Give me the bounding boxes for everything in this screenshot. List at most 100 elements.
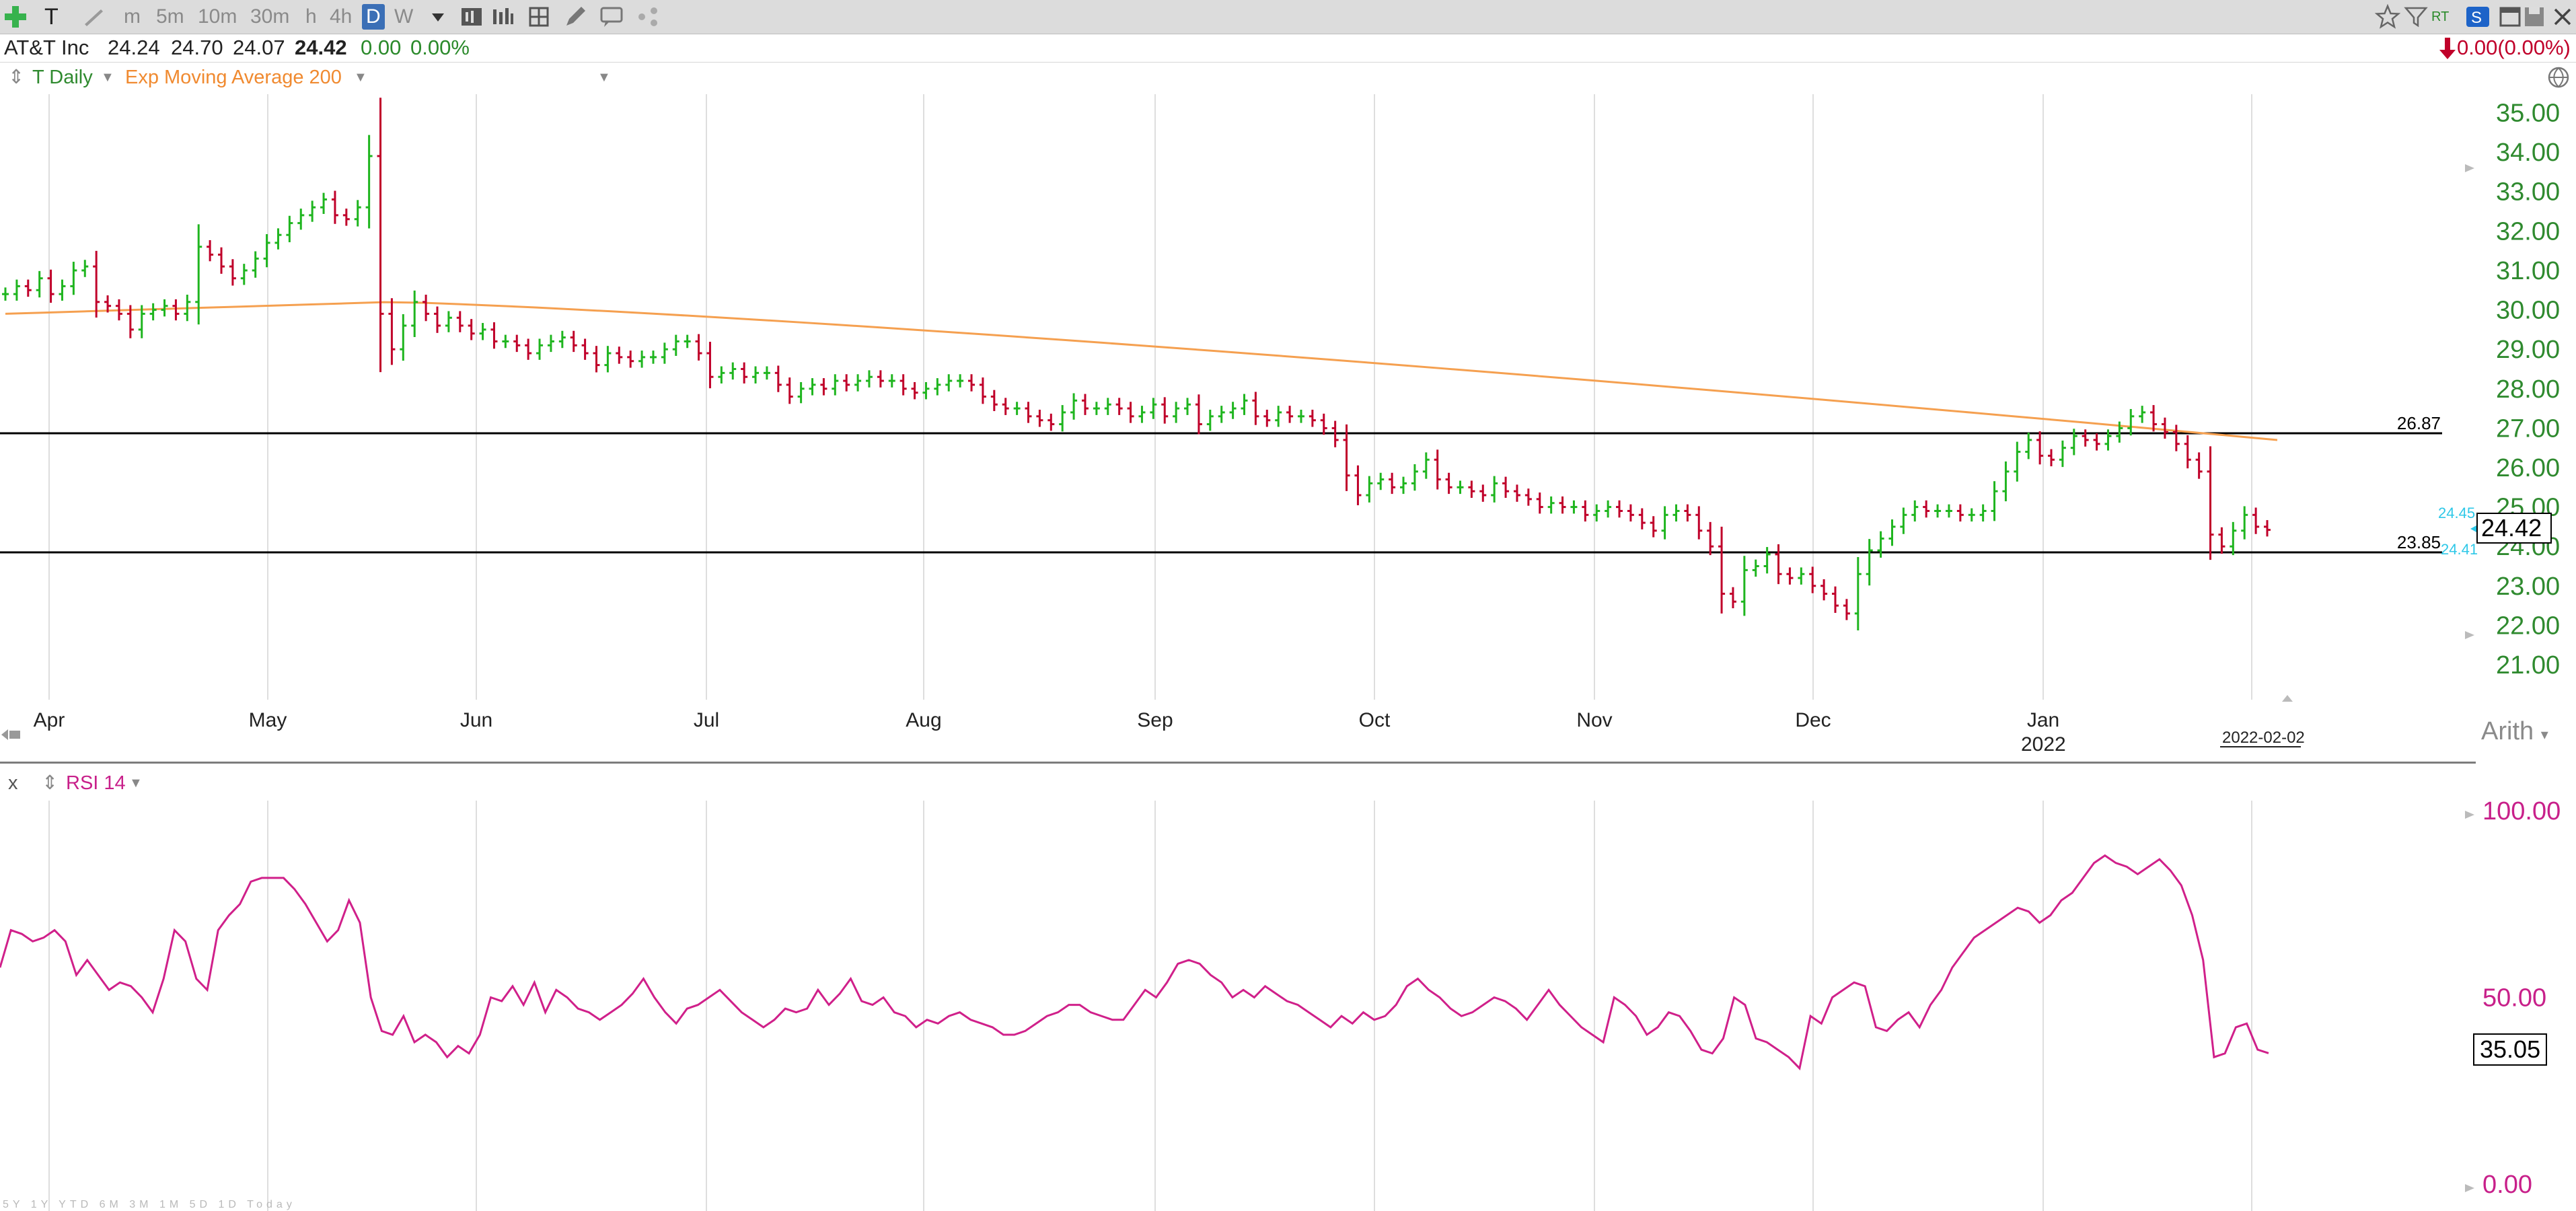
price-tick-label: 29.00 <box>2496 336 2560 364</box>
save-icon[interactable] <box>2522 4 2547 30</box>
ohlc-bar <box>1457 480 1464 494</box>
date-axis[interactable]: Apr May Jun Jul Aug Sep Oct Nov Dec Jan <box>34 709 2060 731</box>
ohlc-bar <box>2025 433 2032 460</box>
studies-icon[interactable] <box>526 4 552 30</box>
ohlc-bar <box>2218 527 2225 554</box>
ohlc-bar <box>525 338 532 360</box>
low-price: 24.07 <box>233 36 285 59</box>
ohlc-bar <box>752 366 760 384</box>
interval-4h[interactable]: 4h <box>330 4 352 30</box>
symbol-box[interactable]: T <box>44 4 59 30</box>
ohlc-bar <box>342 209 350 226</box>
price-chart[interactable]: 26.87 23.85 35.00 34.00 33.00 32.00 31.00 30.… <box>0 62 2576 762</box>
ohlc-bar <box>1059 405 1066 432</box>
ohlc-bar <box>1093 402 1100 415</box>
range-buttons[interactable]: 5Y 1Y YTD 6M 3M 1M 5D 1D Today <box>3 1199 296 1211</box>
scroll-up-arrow-icon[interactable] <box>2282 695 2293 702</box>
share-icon[interactable] <box>635 4 661 30</box>
change-pct: 0.00% <box>410 36 470 59</box>
ohlc-bar <box>2207 446 2214 560</box>
bars-icon[interactable] <box>490 4 515 30</box>
ohlc-bar <box>1798 567 1805 585</box>
realtime-label[interactable]: RT <box>2431 4 2449 30</box>
scale-mode-label[interactable]: Arith <box>2481 717 2534 745</box>
rsi-scroll-arrow-2-icon[interactable] <box>2465 1184 2474 1192</box>
close-icon[interactable] <box>2550 4 2575 30</box>
draw-tool-icon[interactable] <box>81 4 106 30</box>
ohlc-bar <box>820 378 827 396</box>
ohlc-bar <box>422 294 430 322</box>
interval-weekly[interactable]: W <box>394 4 413 30</box>
scroll-left-arrow-icon[interactable] <box>2465 164 2474 172</box>
rsi-chart[interactable]: 100.00 50.00 0.00 35.05 <box>0 794 2576 1211</box>
ohlc-bar <box>2195 452 2203 479</box>
price-tick-label: 34.00 <box>2496 139 2560 167</box>
ohlc-bar <box>274 228 282 250</box>
ohlc-bar <box>684 334 691 348</box>
filter-icon[interactable] <box>2403 4 2429 30</box>
interval-1m[interactable]: m <box>124 4 141 30</box>
ohlc-bar <box>570 330 577 353</box>
ohlc-bar <box>1047 413 1055 431</box>
ohlc-bar <box>331 190 338 224</box>
interval-1h[interactable]: h <box>305 4 317 30</box>
interval-daily[interactable]: D <box>362 4 385 30</box>
scale-mode[interactable]: Arith ▾ <box>2481 717 2548 746</box>
ohlc-bar <box>229 259 236 286</box>
price-axis[interactable]: 35.00 34.00 33.00 32.00 31.00 30.00 29.00 28.00… <box>2496 100 2560 680</box>
comment-icon[interactable] <box>599 4 624 30</box>
ohlc-bar <box>1002 398 1009 415</box>
horizontal-lines[interactable]: 26.87 23.85 <box>0 413 2442 554</box>
ohlc-bar <box>1832 586 1839 613</box>
ohlc-bar <box>1968 508 1975 522</box>
ohlc-bar <box>1161 397 1169 424</box>
ohlc-bar <box>240 264 248 285</box>
pencil-icon[interactable] <box>562 4 588 30</box>
month-label: Jul <box>694 709 719 731</box>
ohlc-bar <box>1740 556 1748 616</box>
chart-type-icon[interactable] <box>459 4 484 30</box>
ohlc-bar <box>263 234 270 268</box>
ohlc-bar <box>2002 461 2010 502</box>
ohlc-bar <box>207 240 214 262</box>
ohlc-bar <box>1866 539 1873 586</box>
chart-nav-icon[interactable] <box>1 729 20 740</box>
add-icon[interactable] <box>3 4 28 30</box>
ohlc-bar <box>1956 504 1964 522</box>
price-tick-label: 27.00 <box>2496 414 2560 443</box>
rsi-scroll-arrow-icon[interactable] <box>2465 811 2474 819</box>
ohlc-bar <box>1354 465 1362 505</box>
ohlc-bar <box>1752 559 1759 577</box>
ohlc-bar <box>1104 398 1111 415</box>
interval-dropdown-icon[interactable] <box>425 4 451 30</box>
s-badge-icon[interactable]: S <box>2465 4 2491 30</box>
ohlc-bar <box>2014 441 2021 482</box>
ohlc-bar <box>911 381 918 400</box>
window-icon[interactable] <box>2497 4 2523 30</box>
month-label: Dec <box>1795 709 1831 731</box>
ohlc-bar <box>1616 500 1623 518</box>
scale-mode-dropdown-icon[interactable]: ▾ <box>2541 726 2548 743</box>
interval-30m[interactable]: 30m <box>250 4 289 30</box>
ohlc-bar <box>81 260 89 277</box>
ohlc-bar <box>149 303 157 321</box>
rsi-line[interactable] <box>0 854 2269 1071</box>
ohlc-bar <box>2241 506 2248 540</box>
ohlc-bar <box>797 381 805 404</box>
month-label: Jun <box>460 709 492 731</box>
interval-5m[interactable]: 5m <box>156 4 184 30</box>
ohlc-bar <box>1638 508 1646 529</box>
price-bars <box>2 98 2271 631</box>
ohlc-bar <box>1775 544 1782 585</box>
ohlc-bar <box>1809 566 1816 593</box>
ohlc-bar <box>1422 452 1430 479</box>
ohlc-bar <box>741 362 748 384</box>
scroll-left-arrow-2-icon[interactable] <box>2465 631 2474 639</box>
ohlc-bar <box>252 251 259 278</box>
rsi-tick-label: 0.00 <box>2482 1171 2532 1199</box>
ohlc-bar <box>1843 599 1850 620</box>
pane-separator[interactable] <box>0 762 2476 764</box>
star-icon[interactable] <box>2375 4 2400 30</box>
interval-10m[interactable]: 10m <box>198 4 237 30</box>
ohlc-bar <box>1582 500 1589 522</box>
